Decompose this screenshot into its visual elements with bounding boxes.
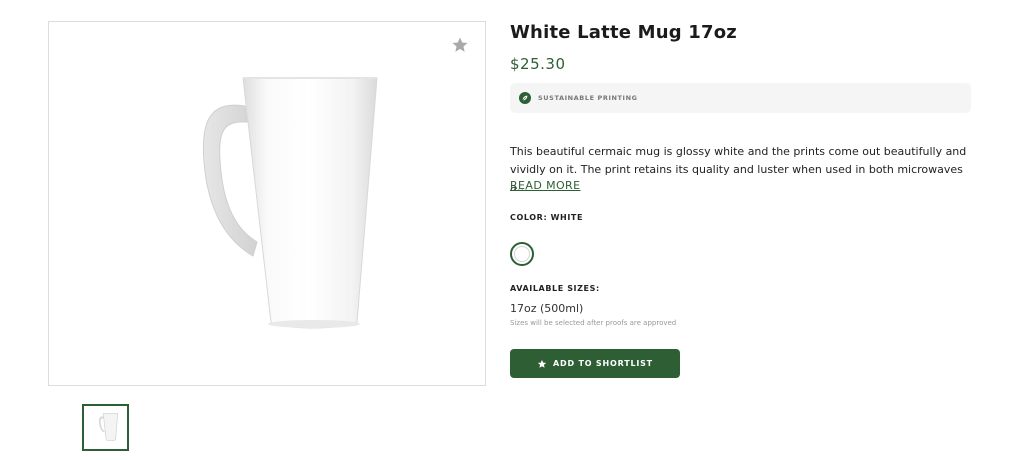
product-price: $25.30 — [510, 55, 566, 73]
star-icon — [452, 37, 468, 52]
favorite-button[interactable] — [449, 34, 471, 56]
product-main-image — [48, 21, 486, 386]
add-to-shortlist-button[interactable]: ADD TO SHORTLIST — [510, 349, 680, 378]
color-label: COLOR: WHITE — [510, 213, 584, 222]
product-title: White Latte Mug 17oz — [510, 22, 737, 43]
leaf-icon — [519, 92, 531, 104]
sustainable-badge: SUSTAINABLE PRINTING — [510, 83, 971, 113]
size-note: Sizes will be selected after proofs are … — [510, 319, 677, 327]
size-value: 17oz (500ml) — [510, 302, 584, 315]
star-icon — [537, 359, 547, 368]
thumbnail-image[interactable] — [82, 404, 129, 451]
color-swatch-white[interactable] — [510, 242, 534, 266]
mug-thumbnail — [98, 412, 118, 441]
shortlist-label: ADD TO SHORTLIST — [553, 359, 653, 368]
read-more-link[interactable]: READ MORE — [510, 179, 580, 192]
badge-label: SUSTAINABLE PRINTING — [538, 94, 638, 102]
mug-image — [202, 77, 378, 329]
swatch-fill — [514, 246, 530, 262]
sizes-label: AVAILABLE SIZES: — [510, 284, 600, 293]
